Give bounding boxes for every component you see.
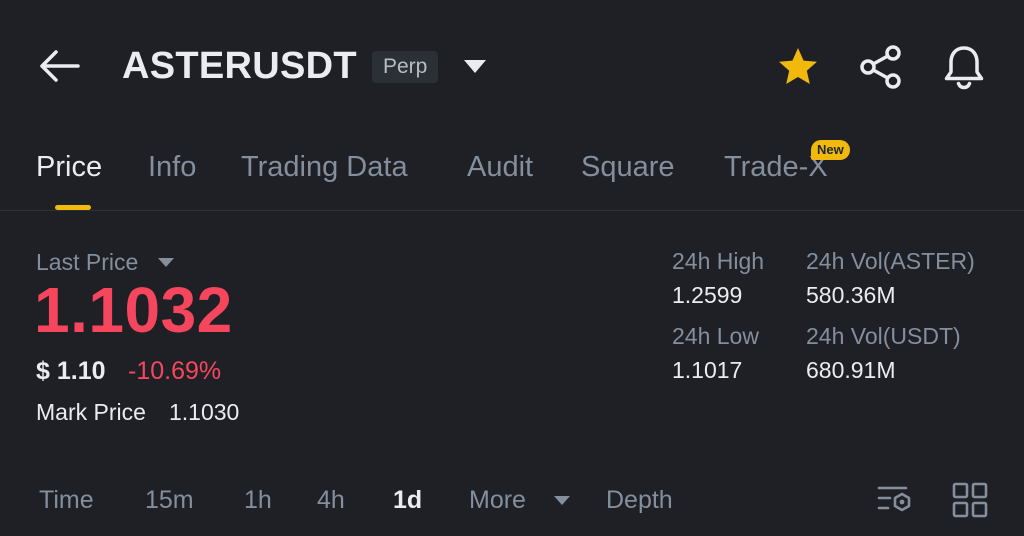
star-icon (779, 48, 817, 84)
back-button[interactable] (36, 46, 82, 86)
stat-24h-vol-quote-value: 680.91M (806, 357, 896, 383)
bell-icon (944, 46, 984, 90)
stat-24h-high-value: 1.2599 (672, 282, 743, 308)
contract-type-badge: Perp (372, 51, 439, 83)
interval-1d[interactable]: 1d (393, 484, 422, 516)
tabs-divider (0, 210, 1024, 211)
tab-price[interactable]: Price (36, 148, 102, 186)
interval-1h[interactable]: 1h (244, 484, 272, 516)
layout-grid-button[interactable] (952, 482, 988, 518)
last-price-dropdown[interactable] (157, 256, 175, 268)
interval-time[interactable]: Time (39, 484, 94, 516)
interval-4h[interactable]: 4h (317, 484, 345, 516)
stat-24h-high-label: 24h High (672, 248, 765, 274)
caret-down-icon (158, 258, 174, 267)
more-dropdown[interactable] (553, 494, 571, 506)
mark-price-value: 1.1030 (169, 399, 240, 425)
caret-down-icon (464, 60, 486, 73)
price-alert-button[interactable] (940, 43, 988, 91)
mark-price-label: Mark Price (36, 399, 146, 425)
stat-24h-vol-base-value: 580.36M (806, 282, 896, 308)
stat-24h-low-value: 1.1017 (672, 357, 743, 383)
share-button[interactable] (858, 44, 904, 90)
chart-settings-icon (877, 486, 911, 512)
usd-price: $ 1.10 (36, 357, 106, 385)
interval-15m[interactable]: 15m (145, 484, 194, 516)
last-price-label[interactable]: Last Price (36, 248, 138, 276)
new-badge: New (811, 140, 850, 160)
favorite-button[interactable] (776, 45, 820, 89)
stat-24h-vol-quote-label: 24h Vol(USDT) (806, 323, 961, 349)
depth-tab[interactable]: Depth (606, 484, 673, 516)
pair-dropdown-button[interactable] (462, 58, 488, 76)
grid-icon (952, 482, 988, 518)
last-price-value: 1.1032 (34, 274, 233, 346)
stat-24h-vol-base-label: 24h Vol(ASTER) (806, 248, 975, 274)
chart-settings-button[interactable] (876, 482, 914, 516)
tab-audit[interactable]: Audit (467, 148, 533, 186)
pair-title[interactable]: ASTERUSDT (122, 44, 357, 88)
arrow-left-icon (40, 50, 80, 82)
share-icon (860, 45, 901, 89)
tab-info[interactable]: Info (148, 148, 196, 186)
tab-square[interactable]: Square (581, 148, 675, 186)
interval-more[interactable]: More (469, 484, 526, 516)
price-change-percent: -10.69% (128, 357, 222, 385)
caret-down-icon (554, 496, 570, 505)
stat-24h-low-label: 24h Low (672, 323, 759, 349)
tab-trading-data[interactable]: Trading Data (241, 148, 408, 186)
